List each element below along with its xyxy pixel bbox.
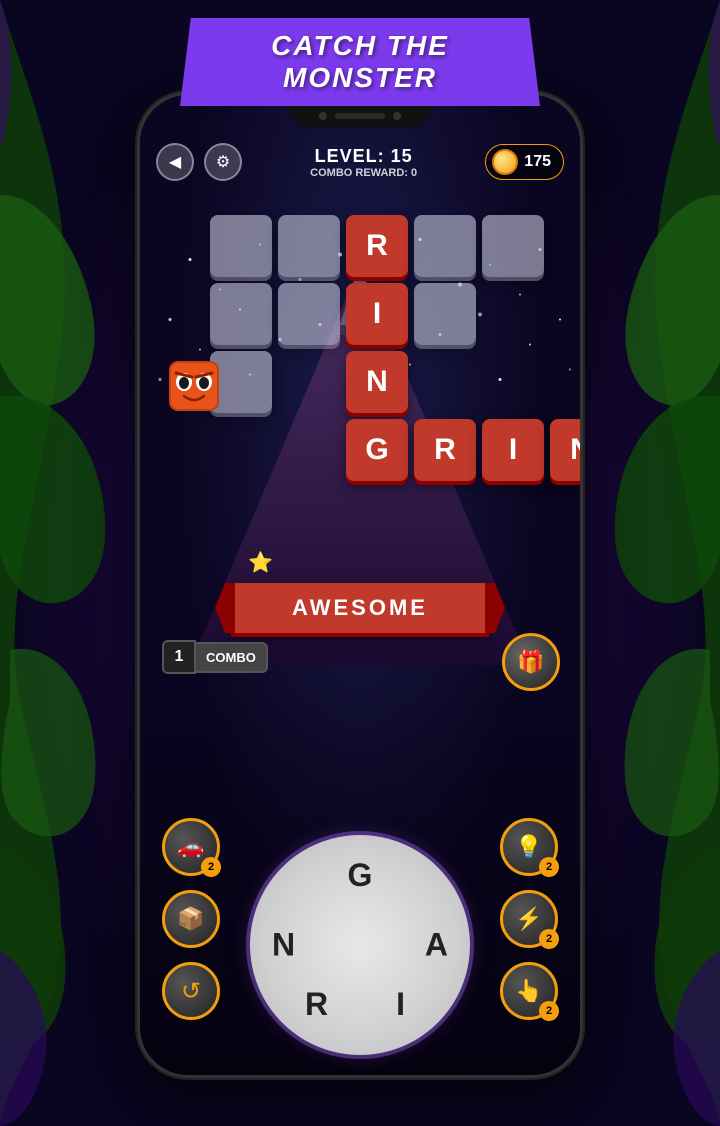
awesome-banner: AWESOME — [230, 583, 490, 633]
combo-label: COMBO — [196, 642, 268, 673]
powerup-bulb-button[interactable]: 💡 2 — [500, 818, 558, 876]
combo-indicator: 1 COMBO — [162, 640, 268, 674]
back-icon: ◀ — [169, 152, 181, 172]
level-label: LEVEL: 15 — [310, 146, 417, 167]
powerup-crate-button[interactable]: 📦 — [162, 890, 220, 948]
tile-R[interactable]: R — [346, 215, 408, 277]
powerup-bulb-badge: 2 — [539, 857, 559, 877]
header-center: LEVEL: 15 COMBO REWARD: 0 — [310, 146, 417, 179]
notch-sensor — [393, 112, 401, 120]
wheel-letter-A: A — [425, 927, 448, 964]
reward-icon: 🎁 — [502, 633, 560, 691]
powerup-lightning-button[interactable]: ⚡ 2 — [500, 890, 558, 948]
powerup-lightning-badge: 2 — [539, 929, 559, 949]
tile-R2[interactable]: R — [414, 419, 476, 481]
left-leaves — [0, 0, 110, 1126]
tile-empty-r2c2[interactable] — [278, 283, 340, 345]
right-leaves — [610, 0, 720, 1126]
back-button[interactable]: ◀ — [156, 143, 194, 181]
settings-icon: ⚙ — [216, 152, 230, 172]
banner-text: CATCH THE MONSTER — [240, 30, 480, 94]
wheel-letter-I: I — [396, 986, 405, 1023]
refresh-icon: ↺ — [181, 977, 201, 1006]
tile-G[interactable]: G — [346, 419, 408, 481]
coin-count: 175 — [524, 153, 551, 171]
tile-empty-r1c2[interactable] — [278, 215, 340, 277]
notch-camera — [319, 112, 327, 120]
tile-N2[interactable]: N — [550, 419, 580, 481]
wheel-letter-R: R — [305, 986, 328, 1023]
tile-empty-r2c4[interactable] — [414, 283, 476, 345]
left-powerups: 🚗 2 📦 ↺ — [162, 818, 220, 1020]
powerup-refresh-button[interactable]: ↺ — [162, 962, 220, 1020]
tile-I[interactable]: I — [346, 283, 408, 345]
phone-screen: ◀ ⚙ LEVEL: 15 COMBO REWARD: 0 175 — [140, 95, 580, 1075]
tile-I2[interactable]: I — [482, 419, 544, 481]
settings-button[interactable]: ⚙ — [204, 143, 242, 181]
lightning-icon: ⚡ — [515, 906, 542, 932]
right-powerups: 💡 2 ⚡ 2 👆 2 — [500, 818, 558, 1020]
monster-character — [168, 360, 220, 412]
tile-empty-r2c1[interactable] — [210, 283, 272, 345]
powerup-pointer-badge: 2 — [539, 1001, 559, 1021]
powerup-car-badge: 2 — [201, 857, 221, 877]
top-right-powerup[interactable]: 🎁 — [502, 633, 560, 691]
tile-empty-r1c1[interactable] — [210, 215, 272, 277]
tile-empty-r1c5[interactable] — [482, 215, 544, 277]
wheel-letter-G: G — [348, 857, 373, 894]
notch-speaker — [335, 113, 385, 119]
letter-wheel[interactable]: G N A R I — [250, 835, 470, 1055]
awesome-text: AWESOME — [292, 595, 428, 620]
tile-N[interactable]: N — [346, 351, 408, 413]
tile-empty-r1c4[interactable] — [414, 215, 476, 277]
bulb-icon: 💡 — [515, 834, 542, 860]
phone-frame: ◀ ⚙ LEVEL: 15 COMBO REWARD: 0 175 — [140, 95, 580, 1075]
combo-reward-label: COMBO REWARD: 0 — [310, 167, 417, 179]
powerup-pointer-button[interactable]: 👆 2 — [500, 962, 558, 1020]
crate-icon: 📦 — [177, 906, 204, 932]
star-decoration: ⭐ — [248, 550, 273, 575]
pointer-icon: 👆 — [515, 978, 542, 1004]
coin-badge: 175 — [485, 144, 564, 180]
combo-number: 1 — [162, 640, 196, 674]
game-header: ◀ ⚙ LEVEL: 15 COMBO REWARD: 0 175 — [140, 143, 580, 181]
car-icon: 🚗 — [177, 834, 204, 860]
powerup-car-button[interactable]: 🚗 2 — [162, 818, 220, 876]
wheel-letter-N: N — [272, 927, 295, 964]
top-banner: CATCH THE MONSTER — [180, 18, 540, 106]
header-left: ◀ ⚙ — [156, 143, 242, 181]
coin-icon — [492, 149, 518, 175]
phone-notch — [290, 105, 430, 127]
